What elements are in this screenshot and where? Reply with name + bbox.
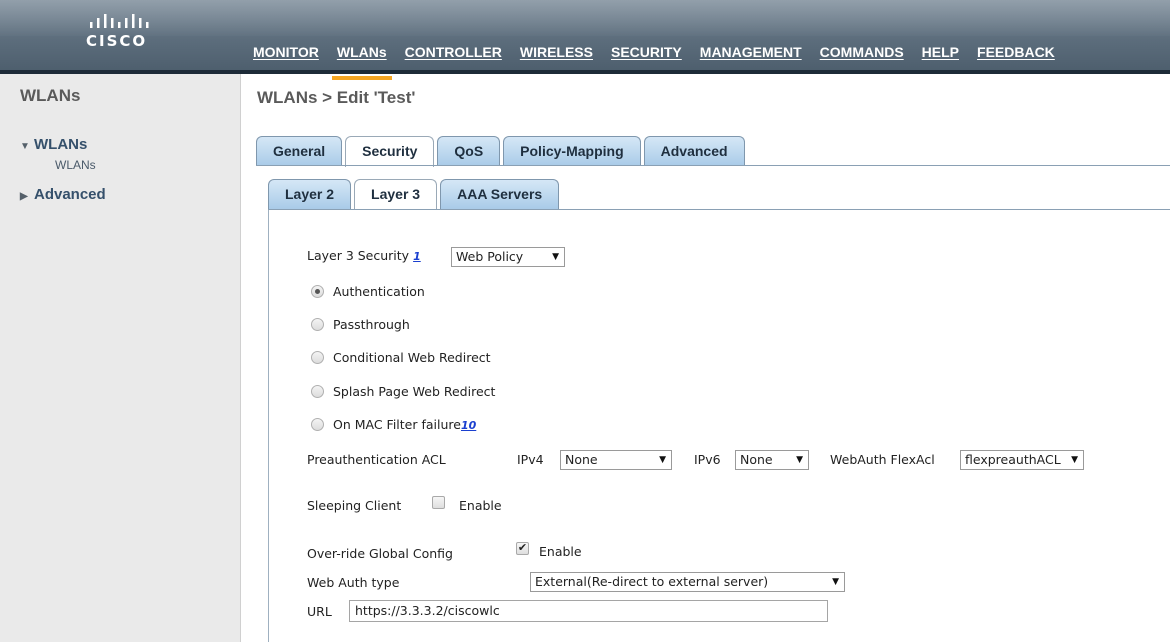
nav-monitor[interactable]: MONITOR bbox=[244, 40, 328, 72]
nav-help[interactable]: HELP bbox=[913, 40, 968, 72]
cisco-logo: CISCO bbox=[82, 14, 172, 54]
option-label: On MAC Filter failure10 bbox=[333, 417, 477, 432]
sidebar-group-label: Advanced bbox=[34, 186, 106, 203]
dropdown-arrow-icon: ▼ bbox=[1071, 455, 1078, 465]
dropdown-arrow-icon: ▼ bbox=[659, 455, 666, 465]
tab-qos[interactable]: QoS bbox=[437, 136, 501, 166]
tab-layer3[interactable]: Layer 3 bbox=[354, 179, 438, 210]
option-label: Passthrough bbox=[333, 317, 410, 332]
page-title: WLANs > Edit 'Test' bbox=[257, 88, 416, 107]
ipv4-acl-select[interactable]: None ▼ bbox=[560, 450, 672, 470]
tab-aaa-servers[interactable]: AAA Servers bbox=[440, 179, 560, 209]
web-auth-type-label: Web Auth type bbox=[307, 575, 400, 590]
sidebar: WLANs ▼ WLANs WLANs ▶ Advanced bbox=[0, 74, 241, 642]
tab-policy-mapping[interactable]: Policy-Mapping bbox=[503, 136, 641, 166]
tab-bar: General Security QoS Policy-Mapping Adva… bbox=[256, 136, 748, 167]
nav-commands[interactable]: COMMANDS bbox=[811, 40, 913, 72]
option-label: Conditional Web Redirect bbox=[333, 350, 491, 365]
layer3-security-select[interactable]: Web Policy ▼ bbox=[451, 247, 565, 267]
nav-feedback[interactable]: FEEDBACK bbox=[968, 40, 1064, 72]
sidebar-group-wlans[interactable]: ▼ WLANs bbox=[20, 136, 87, 153]
url-label: URL bbox=[307, 604, 332, 619]
override-global-config-checkbox[interactable]: ✔ bbox=[516, 542, 529, 555]
footnote-link[interactable]: 1 bbox=[413, 250, 421, 263]
ipv6-label: IPv6 bbox=[694, 452, 721, 467]
url-input[interactable]: https://3.3.3.2/ciscowlc bbox=[349, 600, 828, 622]
tab-advanced[interactable]: Advanced bbox=[643, 136, 745, 166]
ipv4-label: IPv4 bbox=[517, 452, 544, 467]
footnote-link[interactable]: 10 bbox=[461, 419, 476, 432]
triangle-right-icon: ▶ bbox=[20, 191, 28, 202]
sidebar-title: WLANs bbox=[20, 86, 81, 105]
nav-wlans[interactable]: WLANs bbox=[328, 40, 396, 80]
nav-security[interactable]: SECURITY bbox=[602, 40, 691, 72]
radio-authentication[interactable] bbox=[311, 285, 324, 298]
sidebar-group-label: WLANs bbox=[34, 136, 88, 153]
layer3-security-label: Layer 3 Security 1 bbox=[307, 248, 421, 263]
sleeping-client-enable-label: Enable bbox=[459, 498, 502, 513]
top-bar: CISCO MONITOR WLANs CONTROLLER WIRELESS … bbox=[0, 0, 1170, 80]
preauth-acl-label: Preauthentication ACL bbox=[307, 452, 446, 467]
dropdown-arrow-icon: ▼ bbox=[796, 455, 803, 465]
sidebar-group-advanced[interactable]: ▶ Advanced bbox=[20, 186, 106, 203]
sidebar-item-wlans[interactable]: WLANs bbox=[55, 158, 96, 172]
dropdown-arrow-icon: ▼ bbox=[832, 577, 839, 587]
radio-passthrough[interactable] bbox=[311, 318, 324, 331]
dropdown-arrow-icon: ▼ bbox=[552, 252, 559, 262]
radio-splash-page-web-redirect[interactable] bbox=[311, 385, 324, 398]
logo-text: CISCO bbox=[86, 32, 148, 50]
override-global-config-label: Over-ride Global Config bbox=[307, 546, 453, 561]
cisco-bars-icon bbox=[90, 14, 149, 28]
nav-controller[interactable]: CONTROLLER bbox=[396, 40, 511, 72]
override-enable-label: Enable bbox=[539, 544, 582, 559]
webauth-flexacl-label: WebAuth FlexAcl bbox=[830, 452, 935, 467]
subtab-bar: Layer 2 Layer 3 AAA Servers bbox=[268, 179, 562, 210]
tab-layer2[interactable]: Layer 2 bbox=[268, 179, 352, 209]
option-label: Splash Page Web Redirect bbox=[333, 384, 496, 399]
webauth-flexacl-select[interactable]: flexpreauthACL ▼ bbox=[960, 450, 1084, 470]
sleeping-client-label: Sleeping Client bbox=[307, 498, 402, 513]
triangle-down-icon: ▼ bbox=[20, 141, 30, 152]
radio-conditional-web-redirect[interactable] bbox=[311, 351, 324, 364]
ipv6-acl-select[interactable]: None ▼ bbox=[735, 450, 809, 470]
nav-wireless[interactable]: WIRELESS bbox=[511, 40, 602, 72]
radio-on-mac-filter-failure[interactable] bbox=[311, 418, 324, 431]
main-nav: MONITOR WLANs CONTROLLER WIRELESS SECURI… bbox=[244, 40, 1064, 80]
sleeping-client-checkbox[interactable] bbox=[432, 496, 445, 509]
tab-security[interactable]: Security bbox=[345, 136, 435, 167]
web-auth-type-select[interactable]: External(Re-direct to external server) ▼ bbox=[530, 572, 845, 592]
tab-general[interactable]: General bbox=[256, 136, 343, 166]
option-label: Authentication bbox=[333, 284, 425, 299]
nav-management[interactable]: MANAGEMENT bbox=[691, 40, 811, 72]
